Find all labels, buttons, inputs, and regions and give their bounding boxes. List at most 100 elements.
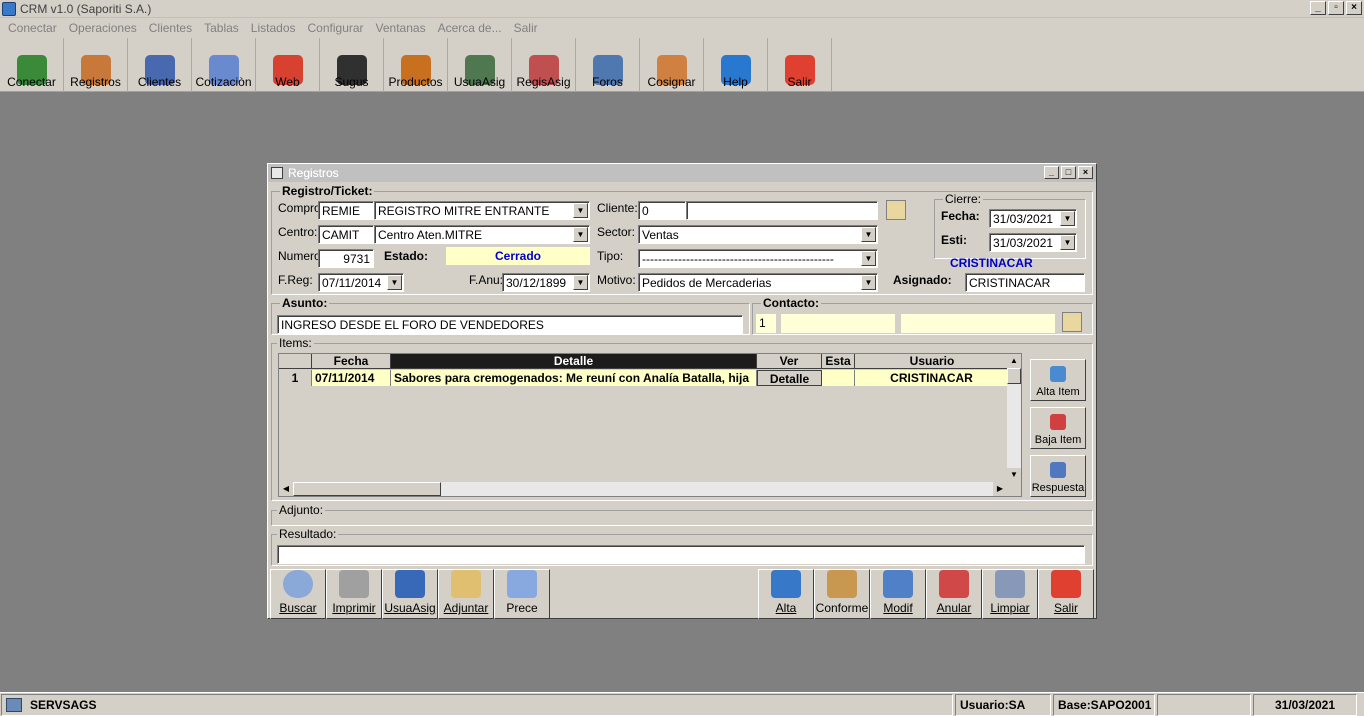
vertical-scroll-thumb[interactable] (1007, 368, 1021, 384)
chevron-down-icon[interactable]: ▼ (387, 275, 402, 290)
items-grid[interactable]: Fecha Detalle Ver Esta Usuario 1 07/11/2… (278, 353, 1022, 497)
contacto-field-2[interactable] (901, 314, 1055, 333)
close-button[interactable]: × (1346, 1, 1362, 15)
toolbar-salir-button[interactable]: Salir (768, 38, 832, 92)
toolbar-web-button[interactable]: Web (256, 38, 320, 92)
toolbar-registros-button[interactable]: Registros (64, 38, 128, 92)
toolbar-help-button[interactable]: Help (704, 38, 768, 92)
toolbar-regisasig-button[interactable]: RegisAsig (512, 38, 576, 92)
grid-horizontal-scrollbar[interactable]: ◀ ▶ (279, 482, 1007, 496)
anular-button[interactable]: Anular (926, 569, 982, 619)
numero-field[interactable]: 9731 (318, 249, 374, 268)
menu-ventanas[interactable]: Ventanas (370, 21, 432, 35)
grid-cell-usuario[interactable]: CRISTINACAR (855, 370, 1009, 386)
grid-cell-fecha[interactable]: 07/11/2014 (312, 370, 391, 386)
grid-header-esta[interactable]: Esta (822, 354, 855, 369)
chevron-down-icon[interactable]: ▼ (573, 275, 588, 290)
cliente-name-field[interactable] (686, 201, 878, 220)
chevron-down-icon[interactable]: ▼ (1060, 235, 1075, 250)
window-minimize-button[interactable]: _ (1044, 166, 1059, 179)
toolbar-clientes-button[interactable]: Clientes (128, 38, 192, 92)
cierre-fecha-field[interactable]: 31/03/2021 ▼ (989, 209, 1077, 228)
toolbar-usuaasig-button[interactable]: UsuaAsig (448, 38, 512, 92)
registro-group-label: Registro/Ticket: (280, 184, 375, 198)
grid-cell-esta[interactable] (822, 370, 855, 386)
modif-button[interactable]: Modif (870, 569, 926, 619)
chevron-down-icon[interactable]: ▼ (573, 227, 588, 242)
grid-header-detalle[interactable]: Detalle (391, 354, 757, 369)
limpiar-button[interactable]: Limpiar (982, 569, 1038, 619)
search-contacto-icon[interactable] (1062, 312, 1082, 332)
centro-desc-select[interactable]: Centro Aten.MITRE ▼ (374, 225, 590, 244)
menu-conectar[interactable]: Conectar (2, 21, 63, 35)
alta-item-button[interactable]: Alta Item (1030, 359, 1086, 401)
alta-button[interactable]: Alta (758, 569, 814, 619)
window-maximize-button[interactable]: □ (1061, 166, 1076, 179)
adjuntar-button[interactable]: Adjuntar (438, 569, 494, 619)
fanu-date-field[interactable]: 30/12/1899 ▼ (502, 273, 590, 292)
horizontal-scroll-thumb[interactable] (293, 482, 441, 496)
scroll-up-icon[interactable]: ▲ (1007, 354, 1021, 368)
compro-code-field[interactable]: REMIE (318, 201, 374, 220)
toolbar-conectar-button[interactable]: Conectar (0, 38, 64, 92)
adjunto-group: Adjunto: (271, 503, 1093, 526)
usuaasig-button[interactable]: UsuaAsig (382, 569, 438, 619)
conforme-button[interactable]: Conforme (814, 569, 870, 619)
chevron-down-icon[interactable]: ▼ (861, 227, 876, 242)
restore-button[interactable]: ▫ (1328, 1, 1344, 15)
resultado-field[interactable] (277, 545, 1085, 564)
menu-salir[interactable]: Salir (508, 21, 544, 35)
centro-code-field[interactable]: CAMIT (318, 225, 374, 244)
asignado-field[interactable]: CRISTINACAR (965, 273, 1085, 292)
cierre-esti-field[interactable]: 31/03/2021 ▼ (989, 233, 1077, 252)
reply-icon (1050, 462, 1066, 478)
menu-operaciones[interactable]: Operaciones (63, 21, 143, 35)
cierre-esti-label: Esti: (941, 233, 968, 247)
chevron-down-icon[interactable]: ▼ (861, 251, 876, 266)
chevron-down-icon[interactable]: ▼ (1060, 211, 1075, 226)
asunto-field[interactable]: INGRESO DESDE EL FORO DE VENDEDORES (277, 315, 743, 334)
grid-cell-detalle[interactable]: Sabores para cremogenados: Me reuní con … (391, 370, 757, 386)
minimize-button[interactable]: _ (1310, 1, 1326, 15)
menu-configurar[interactable]: Configurar (302, 21, 370, 35)
cliente-code-field[interactable]: 0 (638, 201, 686, 220)
compro-desc-select[interactable]: REGISTRO MITRE ENTRANTE ▼ (374, 201, 590, 220)
toolbar-foros-button[interactable]: Foros (576, 38, 640, 92)
menu-tablas[interactable]: Tablas (198, 21, 245, 35)
menu-clientes[interactable]: Clientes (143, 21, 198, 35)
menu-listados[interactable]: Listados (245, 21, 302, 35)
toolbar-cosignar-button[interactable]: Cosignar (640, 38, 704, 92)
prece-button[interactable]: Prece (494, 569, 550, 619)
toolbar-cotizacin-button[interactable]: Cotizaciòn (192, 38, 256, 92)
motivo-select[interactable]: Pedidos de Mercaderias ▼ (638, 273, 878, 292)
toolbar-productos-button[interactable]: Productos (384, 38, 448, 92)
scroll-left-icon[interactable]: ◀ (279, 482, 293, 496)
grid-header-usuario[interactable]: Usuario (855, 354, 1009, 369)
salir-button[interactable]: Salir (1038, 569, 1094, 619)
search-cliente-icon[interactable] (886, 200, 906, 220)
window-close-button[interactable]: × (1078, 166, 1093, 179)
imprimir-button[interactable]: Imprimir (326, 569, 382, 619)
grid-row-index[interactable]: 1 (279, 370, 312, 386)
tipo-select[interactable]: ----------------------------------------… (638, 249, 878, 268)
contacto-num-field[interactable]: 1 (756, 314, 776, 333)
contacto-field-1[interactable] (781, 314, 895, 333)
menu-acerca[interactable]: Acerca de... (432, 21, 508, 35)
scroll-right-icon[interactable]: ▶ (993, 482, 1007, 496)
freg-date-field[interactable]: 07/11/2014 ▼ (318, 273, 404, 292)
chevron-down-icon[interactable]: ▼ (573, 203, 588, 218)
chevron-down-icon[interactable]: ▼ (861, 275, 876, 290)
toolbar-sugus-button[interactable]: Sugus (320, 38, 384, 92)
window-title: Registros (288, 166, 339, 180)
scroll-down-icon[interactable]: ▼ (1007, 468, 1021, 482)
grid-cell-ver-button[interactable]: Detalle (757, 370, 822, 386)
grid-header-ver[interactable]: Ver (757, 354, 822, 369)
grid-header-fecha[interactable]: Fecha (312, 354, 391, 369)
app-title-bar: CRM v1.0 (Saporiti S.A.) _ ▫ × (0, 0, 1364, 18)
respuesta-button[interactable]: Respuesta (1030, 455, 1086, 497)
sector-select[interactable]: Ventas ▼ (638, 225, 878, 244)
grid-vertical-scrollbar[interactable]: ▲ ▼ (1007, 354, 1021, 482)
baja-item-button[interactable]: Baja Item (1030, 407, 1086, 449)
buscar-button[interactable]: Buscar (270, 569, 326, 619)
handshake-icon (827, 570, 857, 598)
